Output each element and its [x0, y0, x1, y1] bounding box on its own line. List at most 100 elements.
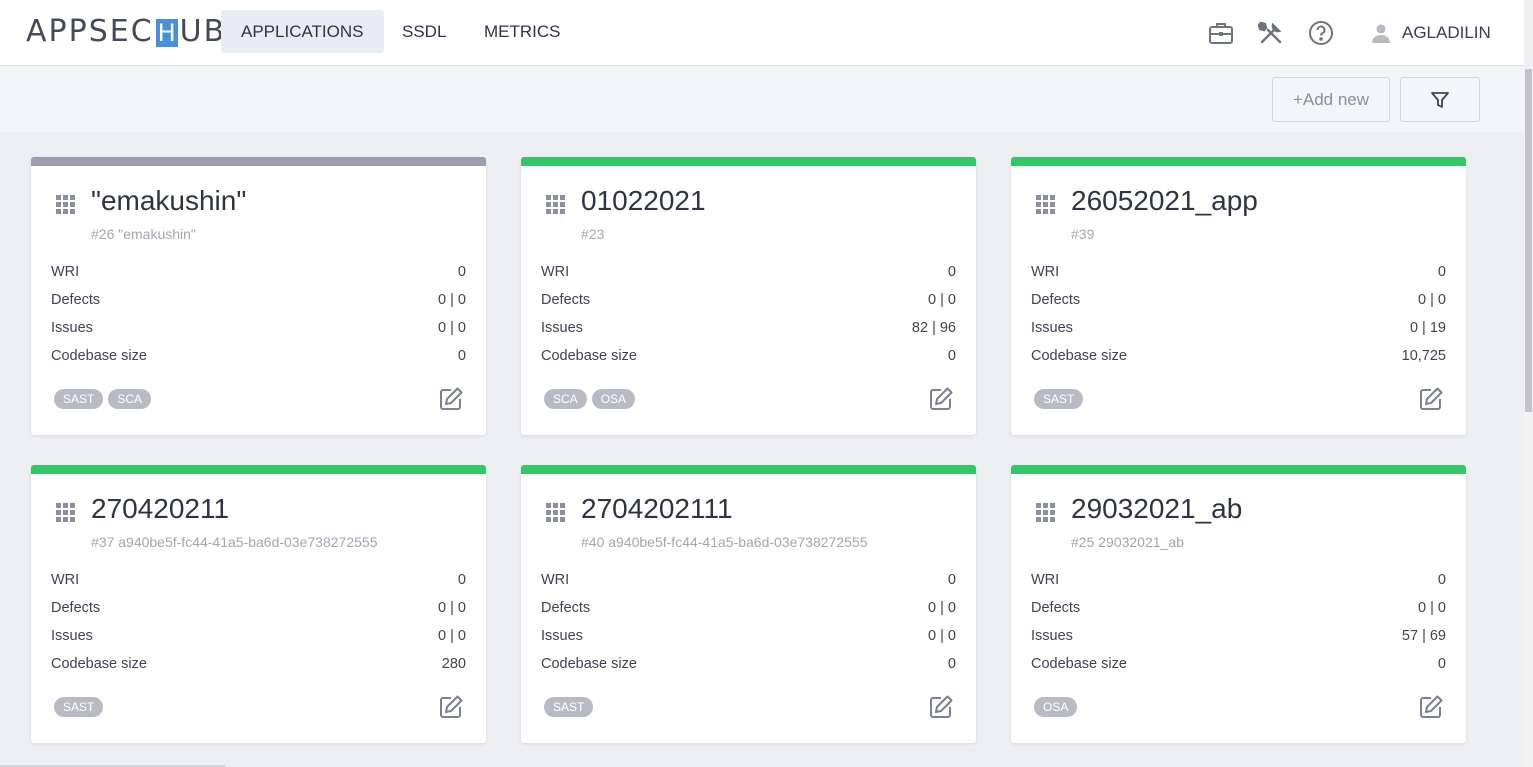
- card-title[interactable]: 270420211: [91, 493, 229, 525]
- page-scrollbar[interactable]: [1524, 67, 1533, 767]
- metric-label: Defects: [541, 292, 591, 308]
- scan-type-tag: OSA: [1034, 697, 1078, 717]
- application-card[interactable]: 29032021_ab #25 29032021_ab WRI 0 Defects 0 |…: [1011, 465, 1466, 743]
- application-card[interactable]: 26052021_app #39 WRI 0 Defects 0 | 0 Issues 0 |…: [1011, 157, 1466, 435]
- metric-label: WRI: [51, 264, 80, 280]
- tab-applications[interactable]: APPLICATIONS: [221, 10, 384, 53]
- edit-icon[interactable]: [1418, 694, 1444, 720]
- metric-value: 0 | 0: [438, 292, 466, 308]
- metric-row-issues: Issues 0 | 0: [541, 628, 956, 648]
- metric-row-wri: WRI 0: [51, 572, 466, 592]
- metric-value: 10,725: [1401, 348, 1446, 364]
- metric-label: WRI: [541, 264, 570, 280]
- edit-icon[interactable]: [438, 694, 464, 720]
- metric-row-codebase: Codebase size 10,725: [1031, 348, 1446, 368]
- application-card[interactable]: 2704202111 #40 a940be5f-fc44-41a5-ba6d-03…: [521, 465, 976, 743]
- metric-value: 0: [1437, 572, 1446, 588]
- tag-list: SAST: [1034, 389, 1084, 409]
- card-title[interactable]: 29032021_ab: [1071, 493, 1242, 525]
- help-icon[interactable]: [1307, 19, 1335, 47]
- filter-icon: [1431, 91, 1449, 108]
- card-subtitle: #40 a940be5f-fc44-41a5-ba6d-03e738272555: [581, 534, 868, 550]
- metric-label: Defects: [541, 600, 591, 616]
- appsechub-logo[interactable]: APPSEC H UB: [26, 14, 226, 50]
- metric-row-codebase: Codebase size 0: [1031, 656, 1446, 676]
- metric-label: Codebase size: [1031, 348, 1127, 364]
- metric-row-codebase: Codebase size 280: [51, 656, 466, 676]
- metric-row-defects: Defects 0 | 0: [51, 600, 466, 620]
- scrollbar-thumb[interactable]: [1525, 69, 1532, 412]
- add-new-button[interactable]: +Add new: [1272, 77, 1390, 122]
- grid-icon: [56, 195, 75, 214]
- metric-label: Issues: [51, 628, 93, 644]
- metric-value: 0 | 0: [928, 292, 956, 308]
- scan-type-tag: SAST: [1034, 389, 1084, 409]
- metric-label: Issues: [1031, 320, 1073, 336]
- metric-label: Defects: [51, 292, 101, 308]
- briefcase-icon[interactable]: [1207, 19, 1235, 47]
- metric-row-codebase: Codebase size 0: [541, 348, 956, 368]
- metric-row-wri: WRI 0: [51, 264, 466, 284]
- metric-row-issues: Issues 82 | 96: [541, 320, 956, 340]
- card-title[interactable]: 26052021_app: [1071, 185, 1258, 217]
- edit-icon[interactable]: [438, 386, 464, 412]
- scan-type-tag: SCA: [108, 389, 152, 409]
- metric-value: 0 | 0: [928, 628, 956, 644]
- card-subtitle: #39: [1071, 226, 1095, 242]
- application-card[interactable]: "emakushin" #26 "emakushin" WRI 0 Defects 0 |…: [31, 157, 486, 435]
- top-navbar: APPSEC H UB APPLICATIONS SSDL METRICS AG…: [0, 0, 1524, 66]
- metric-row-issues: Issues 0 | 0: [51, 628, 466, 648]
- metric-value: 0 | 0: [438, 320, 466, 336]
- card-subtitle: #23: [581, 226, 605, 242]
- tag-list: SAST SCA: [54, 389, 152, 409]
- card-title[interactable]: "emakushin": [91, 185, 246, 217]
- scan-type-tag: OSA: [591, 389, 636, 409]
- metric-row-defects: Defects 0 | 0: [1031, 600, 1446, 620]
- logo-h-mark: H: [155, 19, 178, 47]
- metric-row-wri: WRI 0: [541, 572, 956, 592]
- edit-icon[interactable]: [1418, 386, 1444, 412]
- metric-label: Issues: [541, 320, 583, 336]
- user-menu[interactable]: AGLADILIN: [1370, 19, 1491, 47]
- metric-row-wri: WRI 0: [541, 264, 956, 284]
- application-card[interactable]: 270420211 #37 a940be5f-fc44-41a5-ba6d-03e…: [31, 465, 486, 743]
- grid-icon: [1036, 195, 1055, 214]
- card-title[interactable]: 01022021: [581, 185, 706, 217]
- tag-list: SAST: [54, 697, 104, 717]
- edit-icon[interactable]: [928, 386, 954, 412]
- scan-type-tag: SAST: [54, 389, 104, 409]
- metric-value: 0 | 0: [438, 600, 466, 616]
- logo-suffix: UB: [179, 14, 227, 49]
- grid-icon: [56, 503, 75, 522]
- grid-icon: [546, 195, 565, 214]
- metric-row-issues: Issues 0 | 19: [1031, 320, 1446, 340]
- metric-value: 0: [947, 656, 956, 672]
- tag-list: SCA OSA: [544, 389, 636, 409]
- filter-button[interactable]: [1400, 77, 1480, 122]
- metric-label: WRI: [541, 572, 570, 588]
- tab-ssdl[interactable]: SSDL: [382, 10, 466, 53]
- metric-label: Codebase size: [541, 348, 637, 364]
- metric-label: Codebase size: [541, 656, 637, 672]
- card-subtitle: #37 a940be5f-fc44-41a5-ba6d-03e738272555: [91, 534, 378, 550]
- metric-value: 0: [947, 572, 956, 588]
- grid-icon: [1036, 503, 1055, 522]
- metric-row-issues: Issues 57 | 69: [1031, 628, 1446, 648]
- metric-label: WRI: [1031, 572, 1060, 588]
- metric-row-defects: Defects 0 | 0: [51, 292, 466, 312]
- card-subtitle: #26 "emakushin": [91, 226, 196, 242]
- edit-icon[interactable]: [928, 694, 954, 720]
- application-card[interactable]: 01022021 #23 WRI 0 Defects 0 | 0 Issues 82 | 96…: [521, 157, 976, 435]
- metric-row-codebase: Codebase size 0: [51, 348, 466, 368]
- metric-value: 0: [457, 264, 466, 280]
- tools-icon[interactable]: [1257, 19, 1285, 47]
- toolbar: +Add new: [0, 67, 1524, 132]
- metric-value: 0: [947, 348, 956, 364]
- metric-value: 280: [441, 656, 466, 672]
- metric-label: Issues: [541, 628, 583, 644]
- card-title[interactable]: 2704202111: [581, 493, 733, 525]
- tab-metrics[interactable]: METRICS: [464, 10, 581, 53]
- card-subtitle: #25 29032021_ab: [1071, 534, 1184, 550]
- metric-label: Defects: [51, 600, 101, 616]
- logo-prefix: APPSEC: [26, 14, 154, 49]
